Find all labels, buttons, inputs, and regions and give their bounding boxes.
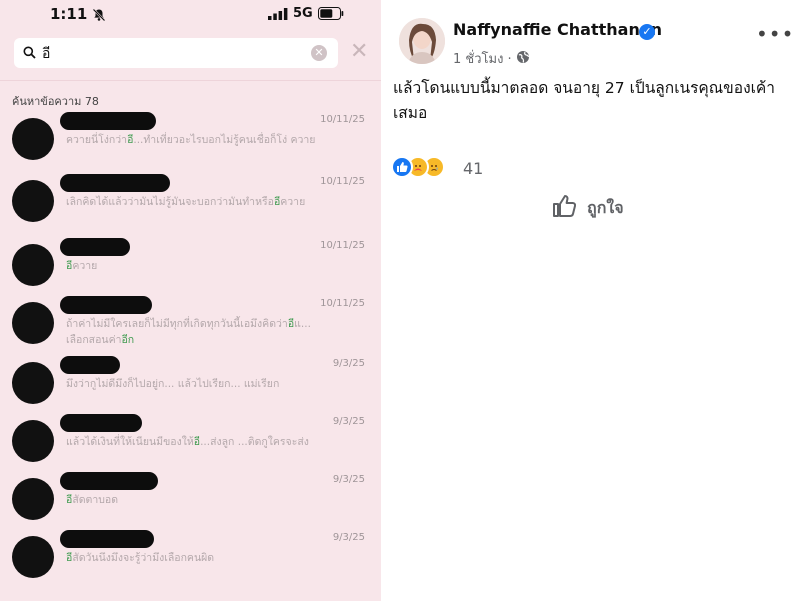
contact-avatar (12, 420, 54, 462)
facebook-post: Naffynaffie Chatthanan ✓ 1 ชั่วโมง · •••… (381, 0, 801, 601)
thumbs-up-icon (553, 195, 577, 217)
contact-avatar (12, 362, 54, 404)
message-preview: เลิกคิดได้แล้วว่ามันไม่รู้มันจะบอกว่ามัน… (66, 194, 316, 210)
globe-icon (517, 51, 530, 63)
preview-text: สัดวันนึงมึงจะรู้ว่ามึงเลือกคนผิด (72, 552, 215, 564)
search-result-row[interactable]: 10/11/25 ถ้าค่าไม่มีใครเลยก็ไม่มีทุกที่เก… (0, 296, 381, 354)
redacted-contact-name (60, 472, 158, 490)
post-time[interactable]: 1 ชั่วโมง · (453, 48, 512, 69)
message-preview: อีสัดตาบอด (66, 492, 316, 508)
message-date: 9/3/25 (332, 416, 365, 427)
preview-text: ควาย (280, 196, 306, 208)
search-result-row[interactable]: 9/3/25 มึงว่ากูไม่ดีมึงก็ไปอยู่ก... แล้วไ… (0, 356, 381, 414)
post-text: แล้วโดนแบบนี้มาตลอด จนอายุ 27 เป็นลูกเนร… (393, 79, 776, 122)
redacted-contact-name (60, 296, 152, 314)
message-date: 10/11/25 (320, 114, 365, 125)
preview-highlight: อีก (121, 334, 135, 346)
preview-text: ควาย (72, 260, 98, 272)
screenshot-root: 1:11 5G อี ✕ ✕ ค้นหาข้อความ 78 10/11/25 … (0, 0, 801, 601)
search-result-row[interactable]: 10/11/25 อีควาย (0, 238, 381, 296)
redacted-contact-name (60, 174, 170, 192)
search-icon (23, 46, 36, 59)
contact-avatar (12, 244, 54, 286)
preview-text: ...ส่งลูก ...ติดกูใครจะส่ง (200, 436, 309, 448)
close-search-icon[interactable]: ✕ (350, 40, 368, 64)
like-label: ถูกใจ (587, 198, 624, 217)
message-preview: มึงว่ากูไม่ดีมึงก็ไปอยู่ก... แล้วไปเรียก… (66, 376, 316, 392)
redacted-contact-name (60, 356, 120, 374)
message-date: 10/11/25 (320, 298, 365, 309)
verified-badge-icon: ✓ (639, 24, 655, 40)
status-bar: 1:11 5G (0, 0, 381, 30)
redacted-contact-name (60, 530, 154, 548)
divider (0, 80, 381, 81)
clear-search-icon[interactable]: ✕ (311, 45, 327, 61)
contact-avatar (12, 302, 54, 344)
contact-avatar (12, 536, 54, 578)
like-reaction-icon (391, 156, 413, 178)
message-preview: ถ้าค่าไม่มีใครเลยก็ไม่มีทุกที่เกิดทุกวัน… (66, 316, 316, 348)
message-date: 10/11/25 (320, 240, 365, 251)
like-button[interactable]: ถูกใจ (551, 192, 641, 222)
bell-muted-icon (92, 8, 106, 22)
signal-icon (268, 8, 288, 20)
message-preview: แล้วได้เงินที่ให้เนียนมีของให้อี...ส่งลู… (66, 434, 316, 450)
message-preview: อีสัดวันนึงมึงจะรู้ว่ามึงเลือกคนผิด (66, 550, 316, 566)
preview-text: แล้วได้เงินที่ให้เนียนมีของให้ (66, 436, 194, 448)
search-result-row[interactable]: 10/11/25 ควายนี่โง่กว่าอี...ทำเที่ยวอะไรบ… (0, 112, 381, 170)
contact-avatar (12, 118, 54, 160)
network-label: 5G (293, 6, 313, 21)
search-query: อี (42, 46, 51, 62)
preview-text: มึงว่ากูไม่ดีมึงก็ไปอยู่ก... แล้วไปเรียก… (66, 378, 280, 390)
reaction-count[interactable]: 41 (463, 159, 483, 178)
contact-avatar (12, 478, 54, 520)
result-count: ค้นหาข้อความ 78 (12, 95, 99, 108)
message-date: 9/3/25 (332, 474, 365, 485)
message-date: 10/11/25 (320, 176, 365, 187)
preview-text: ถ้าค่าไม่มีใครเลยก็ไม่มีทุกที่เกิดทุกวัน… (66, 318, 288, 330)
preview-text: ควายนี่โง่กว่า (66, 134, 128, 146)
avatar-photo (399, 18, 445, 64)
author-avatar[interactable] (399, 18, 445, 64)
more-options-icon[interactable]: ••• (756, 24, 794, 44)
preview-text: เลิกคิดได้แล้วว่ามันไม่รู้มันจะบอกว่ามัน… (66, 196, 274, 208)
message-preview: ควายนี่โง่กว่าอี...ทำเที่ยวอะไรบอกไม่รู้… (66, 132, 316, 148)
redacted-contact-name (60, 238, 130, 256)
search-input[interactable]: อี ✕ (14, 38, 338, 68)
chat-search-panel: 1:11 5G อี ✕ ✕ ค้นหาข้อความ 78 10/11/25 … (0, 0, 381, 601)
message-date: 9/3/25 (332, 532, 365, 543)
redacted-contact-name (60, 414, 142, 432)
preview-text: สัดตาบอด (72, 494, 119, 506)
author-name[interactable]: Naffynaffie Chatthanan (453, 20, 662, 39)
reactions-summary[interactable] (391, 156, 471, 180)
message-preview: อีควาย (66, 258, 316, 274)
search-result-row[interactable]: 10/11/25 เลิกคิดได้แล้วว่ามันไม่รู้มันจะบ… (0, 174, 381, 232)
battery-icon (318, 7, 344, 20)
status-time: 1:11 (50, 5, 88, 23)
contact-avatar (12, 180, 54, 222)
search-result-row[interactable]: 9/3/25 อีสัดวันนึงมึงจะรู้ว่ามึงเลือกคนผิ… (0, 530, 381, 588)
search-result-row[interactable]: 9/3/25 แล้วได้เงินที่ให้เนียนมีของให้อี..… (0, 414, 381, 472)
redacted-contact-name (60, 112, 156, 130)
message-date: 9/3/25 (332, 358, 365, 369)
preview-text: ...ทำเที่ยวอะไรบอกไม่รู้คนเชื่อก็โง่ ควา… (133, 134, 316, 146)
search-result-row[interactable]: 9/3/25 อีสัดตาบอด (0, 472, 381, 530)
